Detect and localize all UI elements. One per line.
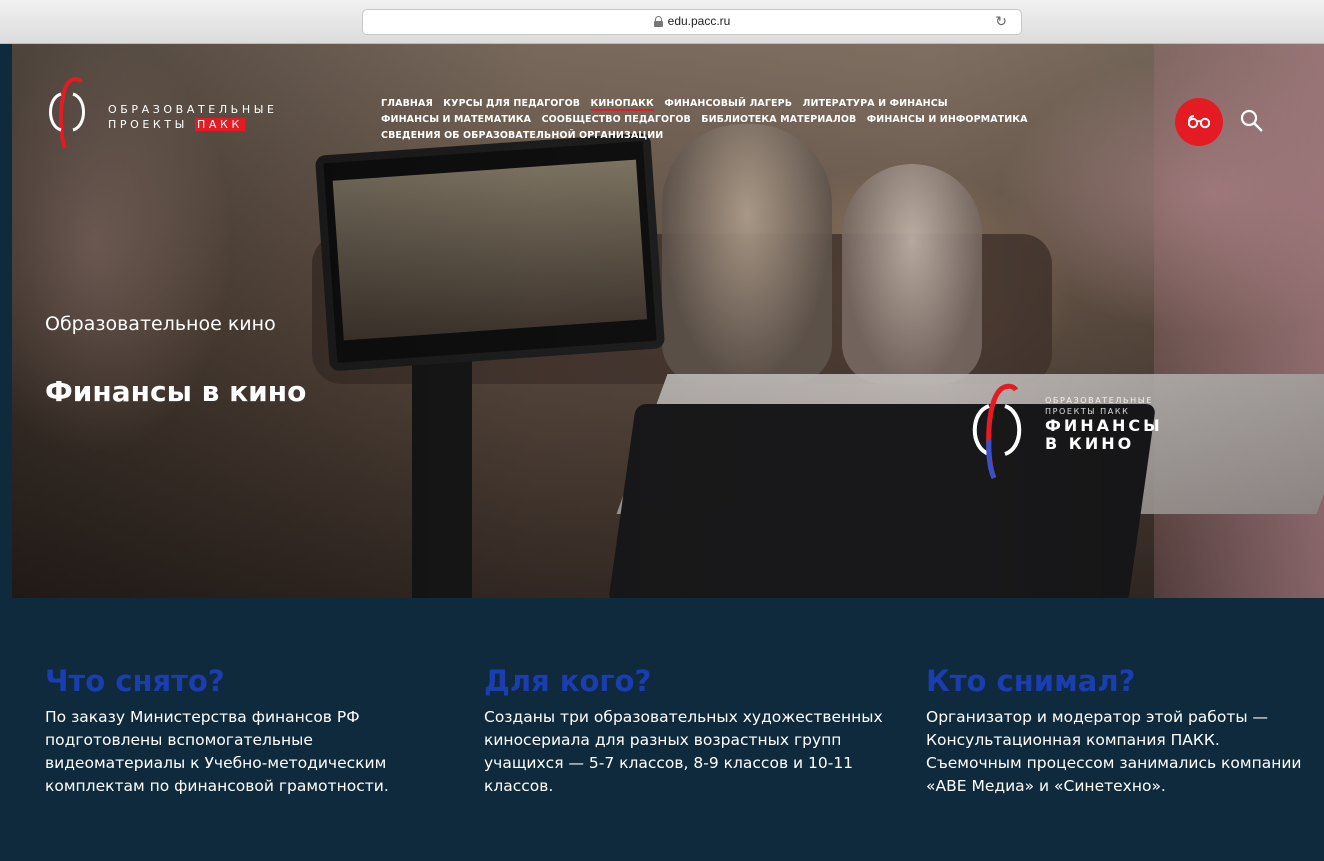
film-logo-mark-icon [972, 383, 1022, 480]
info-heading: Что снято? [45, 664, 225, 698]
info-column-what: Что снято? По заказу Министерства финанс… [45, 664, 445, 798]
lock-icon [653, 16, 663, 27]
info-heading: Кто снимал? [926, 664, 1136, 698]
info-text: По заказу Министерства финансов РФ подго… [45, 708, 389, 795]
info-text: Созданы три образовательных художественн… [484, 708, 883, 795]
info-column-for-whom: Для кого? Созданы три образовательных ху… [484, 664, 884, 798]
info-column-who: Кто снимал? Организатор и модератор этой… [926, 664, 1316, 798]
logo-text: ОБРАЗОВАТЕЛЬНЫЕ ПРОЕКТЫ ПАКК [108, 103, 278, 131]
info-text: Организатор и модератор этой работы — Ко… [926, 708, 1302, 795]
glasses-icon [1188, 115, 1210, 129]
nav-item-finance-camp[interactable]: ФИНАНСОВЫЙ ЛАГЕРЬ [664, 98, 792, 109]
nav-item-teacher-courses[interactable]: КУРСЫ ДЛЯ ПЕДАГОГОВ [443, 98, 580, 109]
browser-toolbar: edu.pacc.ru ↻ [0, 0, 1324, 44]
nav-item-teacher-community[interactable]: СООБЩЕСТВО ПЕДАГОГОВ [542, 114, 691, 125]
hero-title: Финансы в кино [45, 375, 307, 408]
nav-item-kinopakk[interactable]: КИНОПАКК [590, 98, 654, 111]
info-heading: Для кого? [484, 664, 652, 698]
accessibility-button[interactable] [1175, 98, 1223, 146]
reload-icon[interactable]: ↻ [995, 14, 1007, 30]
logo-mark-icon [49, 77, 85, 149]
nav-item-literature-finance[interactable]: ЛИТЕРАТУРА И ФИНАНСЫ [802, 98, 947, 109]
main-nav: ГЛАВНАЯ КУРСЫ ДЛЯ ПЕДАГОГОВ КИНОПАКК ФИН… [381, 96, 1141, 144]
nav-item-org-info[interactable]: СВЕДЕНИЯ ОБ ОБРАЗОВАТЕЛЬНОЙ ОРГАНИЗАЦИИ [381, 130, 663, 141]
address-bar[interactable]: edu.pacc.ru ↻ [362, 9, 1022, 35]
nav-item-materials-library[interactable]: БИБЛИОТЕКА МАТЕРИАЛОВ [701, 114, 856, 125]
logo-highlight: ПАКК [195, 118, 245, 131]
info-section: Что снято? По заказу Министерства финанс… [12, 598, 1324, 861]
hero-subtitle: Образовательное кино [45, 313, 276, 335]
search-icon[interactable] [1239, 108, 1265, 134]
nav-item-finance-informatics[interactable]: ФИНАНСЫ И ИНФОРМАТИКА [867, 114, 1028, 125]
nav-item-home[interactable]: ГЛАВНАЯ [381, 98, 433, 109]
nav-item-finance-math[interactable]: ФИНАНСЫ И МАТЕМАТИКА [381, 114, 531, 125]
url-text: edu.pacc.ru [667, 14, 731, 28]
